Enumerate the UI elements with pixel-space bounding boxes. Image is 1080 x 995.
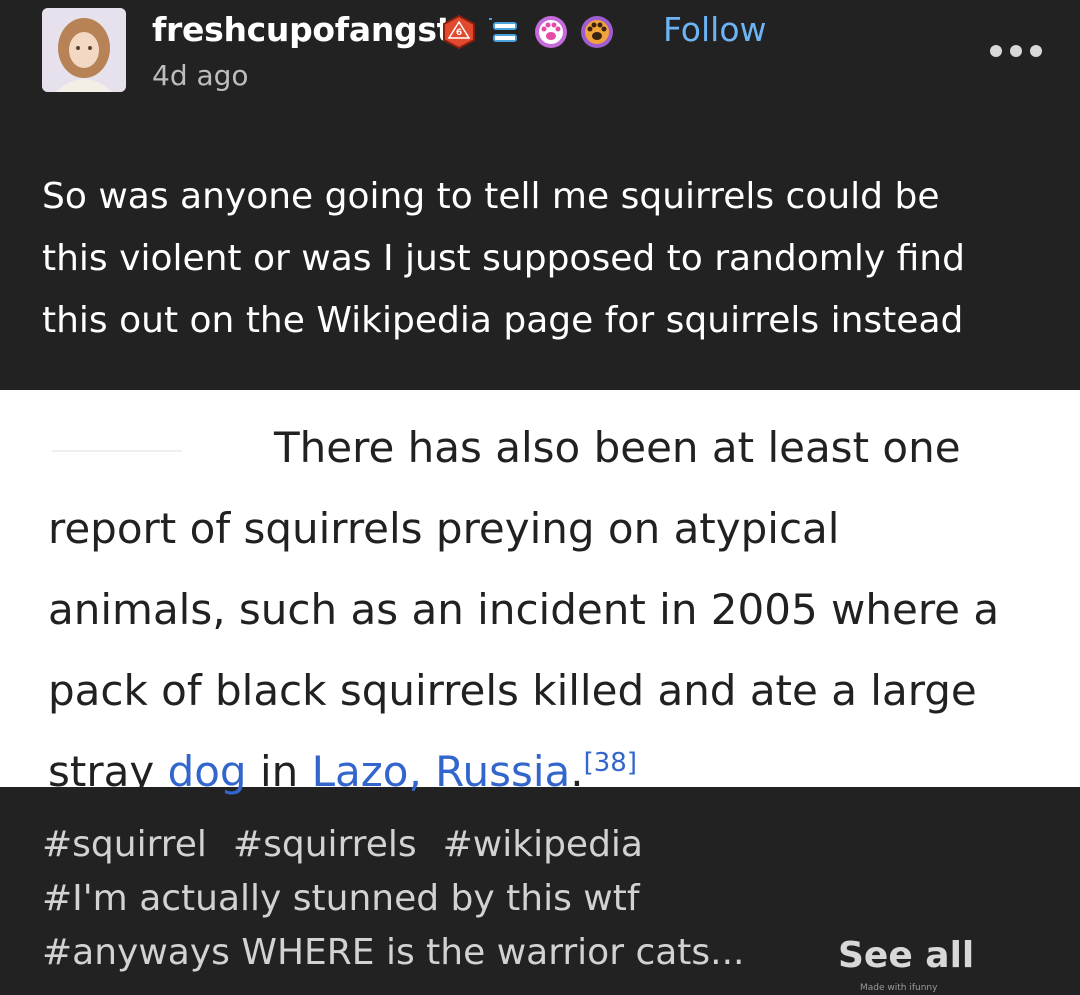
excerpt-line: stray dog in Lazo, Russia.[38] — [48, 731, 1058, 812]
post-body-line: this out on the Wikipedia page for squir… — [42, 300, 964, 341]
excerpt-text: stray — [48, 747, 168, 796]
d20-dice-icon[interactable]: 6 — [440, 13, 478, 51]
more-options-icon[interactable] — [990, 36, 1042, 66]
post-body-line: this violent or was I just supposed to r… — [42, 238, 965, 279]
excerpt-line: animals, such as an incident in 2005 whe… — [48, 585, 1000, 634]
tag-stunned[interactable]: #I'm actually stunned by this wtf — [42, 878, 640, 919]
excerpt-line: There has also been at least one — [274, 423, 961, 472]
citation-link[interactable]: [38] — [584, 748, 637, 778]
tag-warrior-cats[interactable]: #anyways WHERE is the warrior cats... — [42, 932, 745, 973]
paw-orange-icon[interactable] — [578, 13, 616, 51]
badge-list: 6 — [440, 12, 616, 52]
watermark: Made with ifunny — [860, 983, 938, 993]
excerpt-line: pack of black squirrels killed and ate a… — [48, 666, 977, 715]
dentures-icon[interactable] — [486, 13, 524, 51]
svg-text:6: 6 — [456, 28, 462, 38]
excerpt-text: in — [246, 747, 312, 796]
lazo-russia-link[interactable]: Lazo, Russia — [312, 747, 571, 796]
see-all-tags-button[interactable]: See all — [838, 929, 974, 983]
dog-link[interactable]: dog — [168, 747, 247, 796]
post-header: freshcupofangst 6 Follow 4d ago — [0, 0, 1080, 110]
excerpt-line: report of squirrels preying on atypical — [48, 504, 840, 553]
avatar[interactable] — [42, 8, 126, 92]
tag-row: #I'm actually stunned by this wtf — [42, 872, 1042, 926]
tag-squirrel[interactable]: #squirrel — [42, 824, 207, 865]
tag-wikipedia[interactable]: #wikipedia — [443, 824, 643, 865]
post-body: So was anyone going to tell me squirrels… — [42, 166, 1042, 352]
wikipedia-excerpt: There has also been at least one report … — [48, 407, 1058, 812]
paw-pink-icon[interactable] — [532, 13, 570, 51]
post-timestamp: 4d ago — [152, 59, 249, 92]
post-body-line: So was anyone going to tell me squirrels… — [42, 176, 940, 217]
excerpt-text: . — [570, 747, 584, 796]
wikipedia-screenshot: There has also been at least one report … — [0, 390, 1080, 796]
tag-row: #squirrel #squirrels #wikipedia — [42, 818, 1042, 872]
follow-button[interactable]: Follow — [663, 10, 767, 50]
tag-squirrels[interactable]: #squirrels — [233, 824, 417, 865]
username[interactable]: freshcupofangst — [152, 10, 452, 50]
